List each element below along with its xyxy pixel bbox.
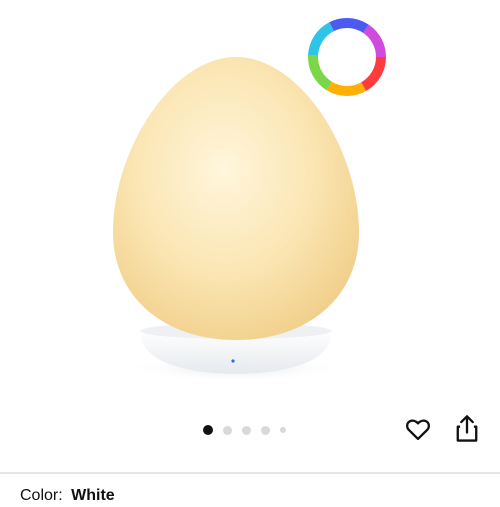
share-button[interactable] [453,414,481,444]
color-selector-label: Color: White [20,487,115,507]
rgb-color-ring-icon [308,18,386,96]
heart-icon [406,419,430,441]
carousel-dot-5[interactable] [280,427,286,433]
share-icon [456,415,478,442]
product-image [113,18,386,382]
color-label: Color: [20,487,63,504]
carousel-dot-1[interactable] [203,425,213,435]
image-carousel-dots[interactable] [203,423,299,437]
carousel-dot-2[interactable] [223,425,232,435]
carousel-dot-3[interactable] [242,425,251,435]
indicator-led [231,359,235,363]
color-value: White [71,487,115,504]
wishlist-button[interactable] [404,415,432,443]
carousel-dot-4[interactable] [261,425,270,435]
section-divider [0,472,500,474]
egg-lamp [113,57,359,340]
